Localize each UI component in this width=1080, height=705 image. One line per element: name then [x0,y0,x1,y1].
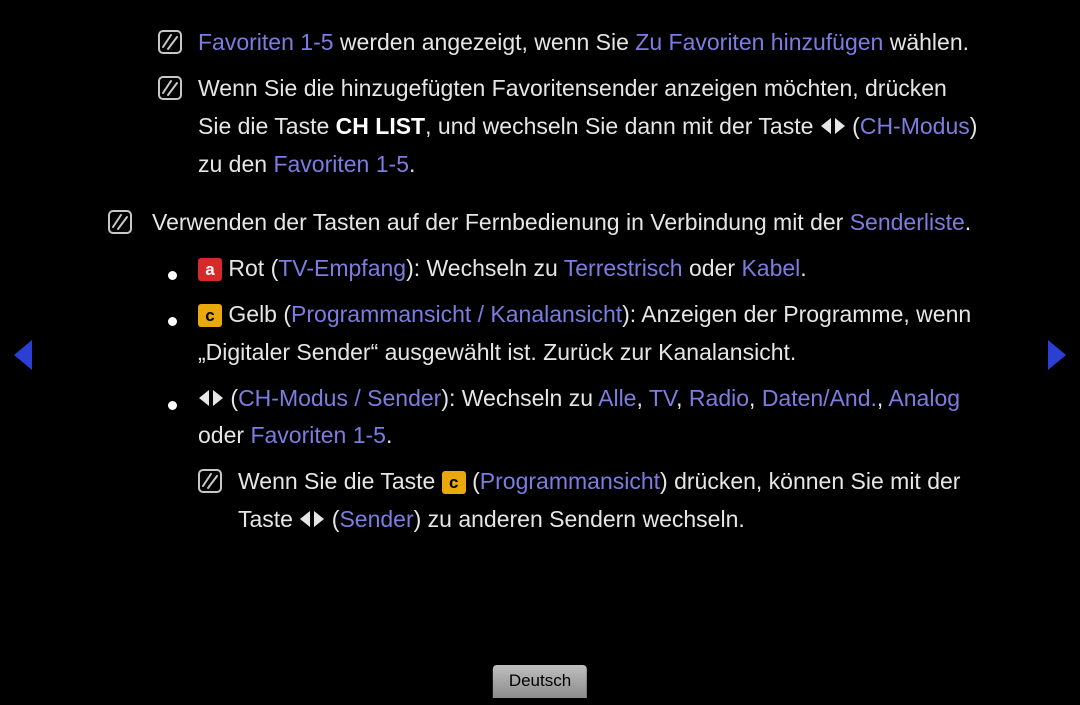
text: Radio [689,385,749,411]
nav-prev-page[interactable] [12,340,36,370]
left-right-arrow-icon [299,509,325,529]
text: Daten/And. [762,385,877,411]
text: werden angezeigt, wenn Sie [334,29,636,55]
text: Favoriten 1 [250,422,365,448]
text: oder [683,255,742,281]
text: Rot ( [222,255,278,281]
left-right-arrow-icon [820,116,846,136]
text: Gelb ( [222,301,291,327]
text: oder [198,422,250,448]
bullet-ch-modus-sender: (CH-Modus / Sender): Wechseln zu Alle, T… [108,380,978,456]
text: , [877,385,889,411]
note-programmansicht-sender: Wenn Sie die Taste c (Programmansicht) d… [108,463,978,539]
text: , [636,385,648,411]
yellow-c-button-icon: c [442,471,466,494]
bullet-icon [168,254,177,292]
text: - [313,29,321,55]
bullet-icon [168,384,177,422]
text: Zu Favoriten hinzufügen [635,29,883,55]
nav-next-page[interactable] [1044,340,1068,370]
text: , [676,385,689,411]
text: TV [649,385,676,411]
text: Wenn Sie die Taste [238,468,442,494]
red-a-button-icon: a [198,258,222,281]
bullet-icon [168,300,177,338]
note-favorites-display: Favoriten 1-5 werden angezeigt, wenn Sie… [108,24,978,62]
note-icon [108,208,132,246]
text: ) zu anderen Sendern wechseln. [414,506,745,532]
text: 5 [373,422,386,448]
language-indicator[interactable]: Deutsch [493,665,587,698]
text: Verwenden der Tasten auf der Fernbedienu… [152,209,850,235]
note-ch-list: Wenn Sie die hinzugefügten Favoritensend… [108,70,978,184]
content-area: Favoriten 1-5 werden angezeigt, wenn Sie… [108,22,978,547]
text: Favoriten 1 [198,29,313,55]
bullet-yellow-programmansicht: c Gelb (Programmansicht / Kanalansicht):… [108,296,978,372]
text: . [965,209,971,235]
text: ( [846,113,860,139]
text: Programmansicht [480,468,660,494]
note-icon [158,28,182,66]
text: CH-Modus [860,113,970,139]
note-icon [198,467,222,505]
text: . [386,422,392,448]
bullet-red-tv-empfang: a Rot (TV-Empfang): Wechseln zu Terrestr… [108,250,978,288]
text: , und wechseln Sie dann mit der Taste [425,113,820,139]
text: , [749,385,762,411]
text: . [409,151,415,177]
text: CH-Modus / Sender [238,385,441,411]
text: Terrestrisch [564,255,683,281]
left-right-arrow-icon [198,388,224,408]
text: Favoriten 1 [273,151,388,177]
text: TV-Empfang [278,255,406,281]
yellow-c-button-icon: c [198,304,222,327]
manual-page: Favoriten 1-5 werden angezeigt, wenn Sie… [0,0,1080,705]
text: ( [325,506,339,532]
note-icon [158,74,182,112]
text: Programmansicht / Kanalansicht [291,301,622,327]
note-remote-usage: Verwenden der Tasten auf der Fernbedienu… [108,204,978,242]
text: ): Wechseln zu [441,385,598,411]
text: Kabel [741,255,800,281]
text: CH LIST [336,113,425,139]
text: ( [224,385,238,411]
text: Sender [339,506,413,532]
text: Senderliste [850,209,965,235]
text: Analog [888,385,960,411]
text: 5 [396,151,409,177]
text: ( [466,468,480,494]
text: 5 [321,29,334,55]
text: wählen. [883,29,969,55]
text: Alle [598,385,636,411]
text: . [800,255,806,281]
text: ): Wechseln zu [406,255,564,281]
